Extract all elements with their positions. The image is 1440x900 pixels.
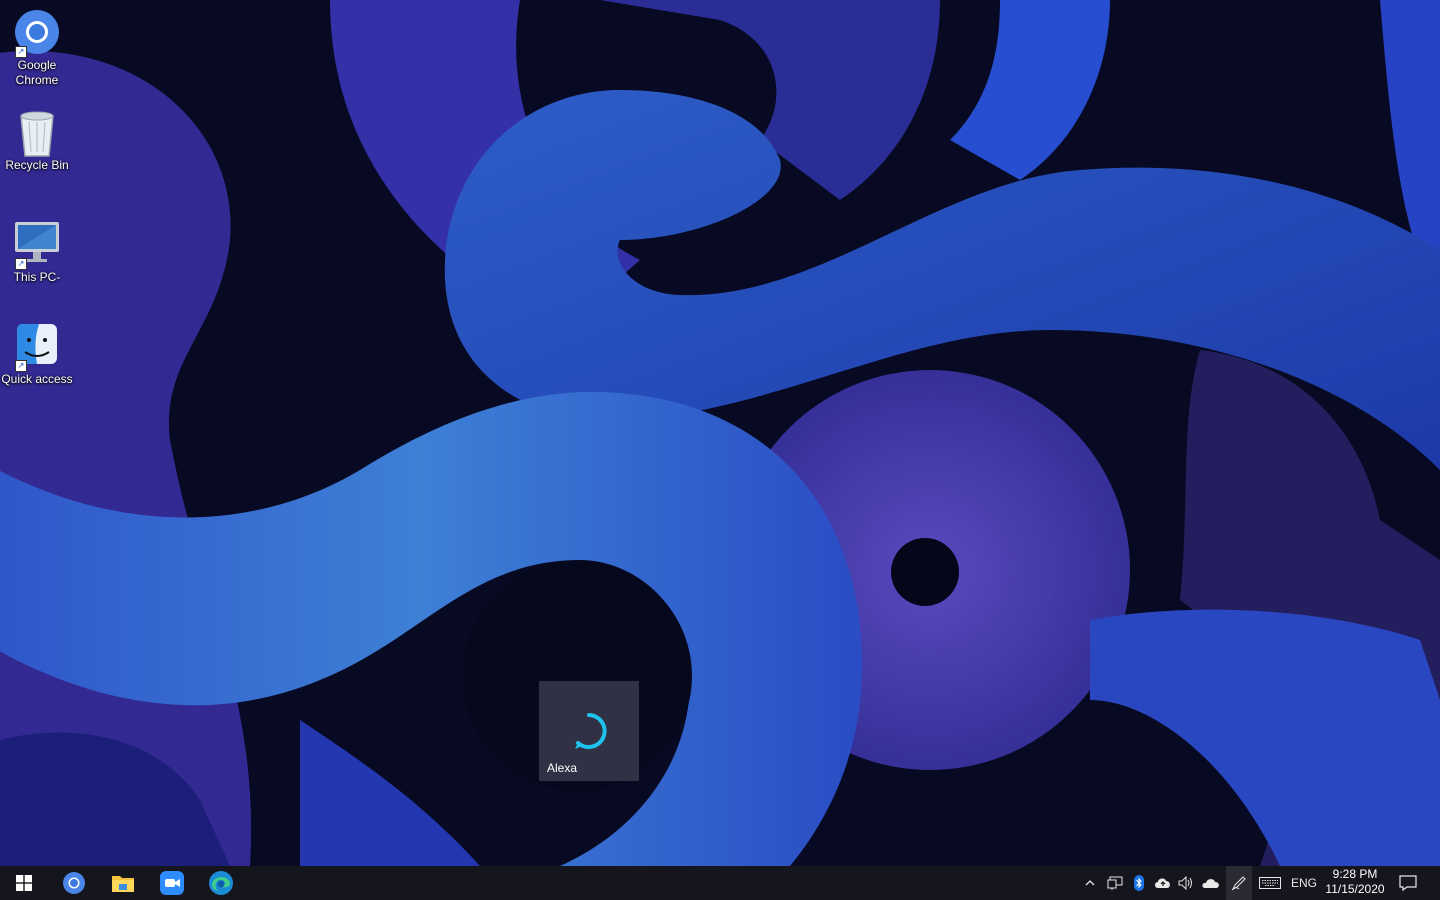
edge-icon [209, 871, 233, 895]
desktop-icon-label: Quick access [1, 372, 73, 386]
volume-tray-button[interactable] [1176, 866, 1196, 900]
network-tray-button[interactable] [1104, 866, 1126, 900]
zoom-icon [160, 871, 184, 895]
clock-time: 9:28 PM [1332, 867, 1378, 881]
shortcut-arrow-icon: ↗ [15, 360, 27, 372]
desktop-icon-label: Recycle Bin [5, 158, 69, 172]
desktop-icon-quick-access[interactable]: ↗ Quick access [0, 322, 74, 387]
desktop-icon-label: This PC- [13, 270, 61, 284]
show-hidden-icons-button[interactable] [1082, 866, 1098, 900]
taskbar-file-explorer-button[interactable] [99, 866, 147, 900]
cloud-upload-icon [1155, 878, 1170, 888]
windows-logo-icon [16, 875, 32, 891]
pen-icon [1231, 876, 1246, 891]
alexa-ring-icon [575, 713, 607, 749]
touch-keyboard-button[interactable] [1256, 866, 1284, 900]
action-center-button[interactable] [1394, 866, 1422, 900]
taskbar-chrome-button[interactable] [50, 866, 98, 900]
clock-date: 11/15/2020 [1325, 882, 1385, 896]
desktop-icon-label: Google Chrome [15, 58, 59, 87]
bluetooth-tray-button[interactable] [1130, 866, 1148, 900]
onedrive-icon [1202, 879, 1219, 888]
folder-icon [112, 876, 134, 892]
chrome-icon [63, 872, 85, 894]
action-center-icon [1399, 875, 1417, 891]
input-language-button[interactable]: ENG [1288, 866, 1320, 900]
recycle-bin-icon [13, 108, 61, 157]
desktop-wallpaper [0, 0, 1440, 866]
alexa-app-tile[interactable]: Alexa [539, 681, 639, 781]
keyboard-icon [1259, 877, 1281, 889]
cloud-upload-tray-button[interactable] [1152, 866, 1174, 900]
desktop-icon-recycle-bin[interactable]: Recycle Bin [0, 108, 74, 173]
clock-button[interactable]: 9:28 PM 11/15/2020 [1322, 867, 1388, 899]
chrome-icon: ↗ [13, 8, 61, 58]
bluetooth-icon [1134, 875, 1144, 891]
alexa-tile-label: Alexa [547, 761, 578, 775]
taskbar-edge-button[interactable] [197, 866, 245, 900]
taskbar-zoom-button[interactable] [148, 866, 196, 900]
desktop-icon-this-pc[interactable]: ↗ This PC- [0, 220, 74, 285]
taskbar: ENG 9:28 PM 11/15/2020 [0, 866, 1440, 900]
monitor-icon: ↗ [13, 220, 61, 270]
network-icon [1107, 876, 1123, 890]
chevron-up-icon [1085, 880, 1095, 886]
start-button[interactable] [0, 866, 48, 900]
volume-icon [1178, 876, 1192, 890]
desktop-icon-google-chrome[interactable]: ↗ Google Chrome [0, 8, 74, 88]
onedrive-tray-button[interactable] [1199, 866, 1223, 900]
shortcut-arrow-icon: ↗ [15, 46, 27, 58]
pen-workspace-button[interactable] [1226, 866, 1252, 900]
shortcut-arrow-icon: ↗ [15, 258, 27, 270]
finder-face-icon: ↗ [13, 322, 61, 372]
